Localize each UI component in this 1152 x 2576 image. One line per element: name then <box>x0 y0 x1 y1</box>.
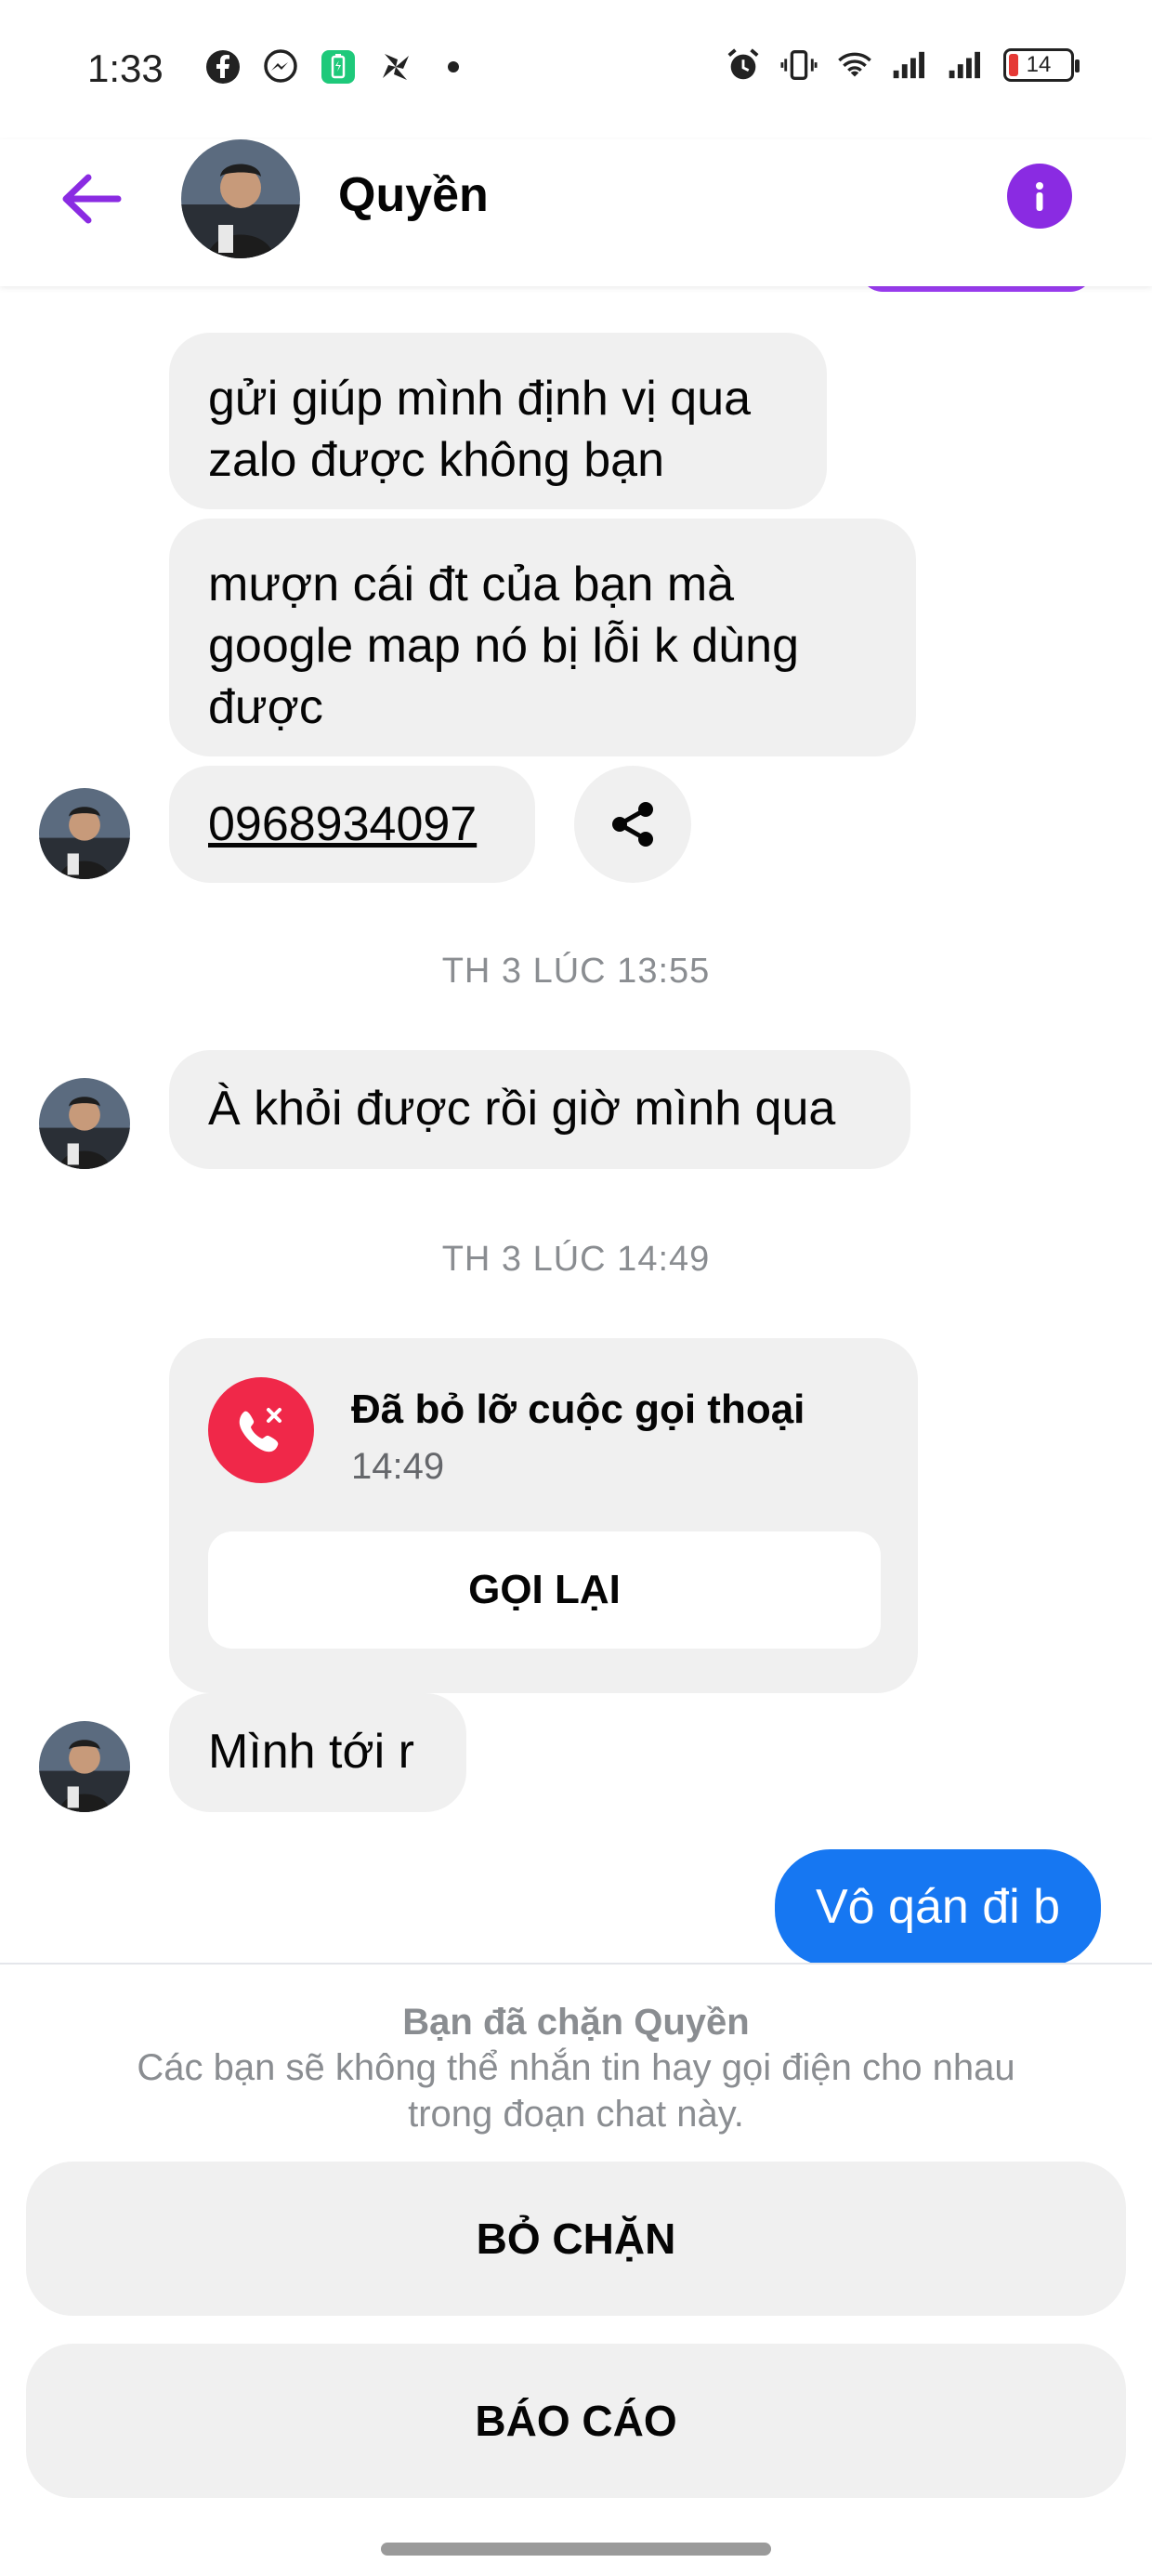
missed-call-title: Đã bỏ lỡ cuộc gọi thoại <box>351 1387 805 1432</box>
sender-avatar[interactable] <box>39 1721 130 1812</box>
back-button[interactable] <box>54 162 128 236</box>
dot-icon <box>435 48 472 85</box>
signal-icon <box>948 46 985 84</box>
message-text: À khỏi được rồi giờ mình qua <box>208 1082 836 1136</box>
share-button[interactable] <box>574 766 691 883</box>
sender-avatar[interactable] <box>39 1078 130 1169</box>
received-message[interactable]: gửi giúp mình định vị qua zalo được khôn… <box>169 333 827 509</box>
info-button[interactable] <box>1007 164 1072 229</box>
status-left-icons <box>204 48 472 85</box>
message-text: Mình tới r <box>208 1725 414 1779</box>
message-timestamp: TH 3 LÚC 13:55 <box>441 952 711 991</box>
battery-level: 14 <box>1026 52 1052 77</box>
message-timestamp: TH 3 LÚC 14:49 <box>441 1240 711 1279</box>
sender-avatar[interactable] <box>39 788 130 879</box>
unblock-button[interactable]: BỎ CHẶN <box>26 2162 1126 2316</box>
sent-message[interactable]: Vô qán đi b <box>775 1849 1102 1963</box>
messenger-icon <box>262 48 299 85</box>
battery-saver-icon <box>320 48 357 85</box>
missed-call-card[interactable]: Đã bỏ lỡ cuộc gọi thoại 14:49 GỌI LẠI <box>169 1338 918 1693</box>
info-icon <box>1036 182 1043 211</box>
missed-call-time: 14:49 <box>351 1446 445 1487</box>
facebook-icon <box>204 48 242 85</box>
phone-number-message[interactable]: 0968934097 <box>169 766 535 883</box>
pinwheel-icon <box>377 48 414 85</box>
phone-number-link[interactable]: 0968934097 <box>208 797 477 851</box>
arrow-left-icon <box>62 174 122 224</box>
missed-call-icon <box>208 1377 314 1483</box>
vibrate-icon <box>780 46 818 84</box>
call-back-button[interactable]: GỌI LẠI <box>208 1531 881 1649</box>
signal-icon <box>892 46 929 84</box>
blocked-description: Các bạn sẽ không thể nhắn tin hay gọi đi… <box>137 2047 1015 2135</box>
received-message[interactable]: Mình tới r <box>169 1693 466 1812</box>
message-text: Vô qán đi b <box>816 1880 1061 1934</box>
home-indicator[interactable] <box>381 2543 771 2556</box>
report-button[interactable]: BÁO CÁO <box>26 2344 1126 2498</box>
received-message[interactable]: À khỏi được rồi giờ mình qua <box>169 1050 910 1169</box>
message-text: gửi giúp mình định vị qua zalo được khôn… <box>208 372 752 487</box>
status-bar: 1:33 14 <box>0 0 1152 139</box>
alarm-icon <box>725 46 762 84</box>
blocked-title: Bạn đã chặn Quyền <box>402 2002 750 2043</box>
chat-thread[interactable]: gửi giúp mình định vị qua zalo được khôn… <box>0 286 1152 1963</box>
status-right-icons: 14 <box>725 46 1080 84</box>
wifi-icon <box>836 46 873 84</box>
blocked-panel: Bạn đã chặn Quyền Các bạn sẽ không thể n… <box>0 1963 1152 2576</box>
contact-avatar[interactable] <box>181 139 300 258</box>
status-time: 1:33 <box>87 46 164 90</box>
battery-indicator: 14 <box>1003 48 1080 82</box>
share-icon <box>612 802 653 847</box>
contact-name[interactable]: Quyền <box>338 167 489 223</box>
received-message[interactable]: mượn cái đt của bạn mà google map nó bị … <box>169 519 916 756</box>
message-text: mượn cái đt của bạn mà google map nó bị … <box>208 558 800 734</box>
chat-header: Quyền <box>0 139 1152 286</box>
